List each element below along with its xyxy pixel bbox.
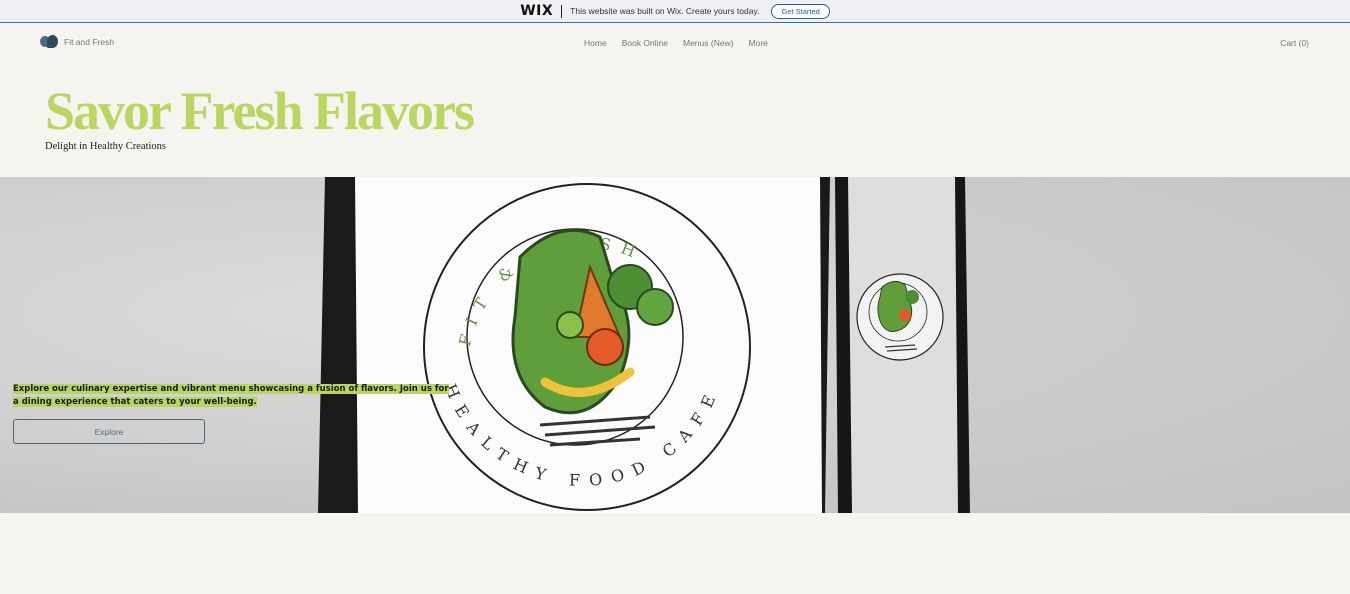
site-header: Fit and Fresh Home Book Online Menus (Ne… <box>0 24 1350 62</box>
wix-divider <box>561 4 563 18</box>
cafe-logo-photo: FIT & FRESH HEALTHY FOOD CAFE <box>318 177 1350 513</box>
get-started-button[interactable]: Get Started <box>771 3 830 19</box>
brand-logo-icon <box>40 35 58 48</box>
cart-link[interactable]: Cart (0) <box>1280 38 1309 48</box>
hero-banner-image: FIT & FRESH HEALTHY FOOD CAFE <box>0 177 1350 513</box>
nav-item-menus[interactable]: Menus (New) <box>683 38 734 48</box>
brand[interactable]: Fit and Fresh <box>40 35 114 48</box>
nav-item-home[interactable]: Home <box>584 38 607 48</box>
wix-message: This website was built on Wix. Create yo… <box>570 6 760 16</box>
banner-description: Explore our culinary expertise and vibra… <box>13 384 449 407</box>
brand-name: Fit and Fresh <box>64 36 115 47</box>
wix-promo-bar: WIX This website was built on Wix. Creat… <box>0 0 1350 23</box>
nav-item-book-online[interactable]: Book Online <box>622 38 668 48</box>
main-nav: Home Book Online Menus (New) More <box>584 38 768 48</box>
hero-subtitle: Delight in Healthy Creations <box>45 141 167 152</box>
hero-title: Savor Fresh Flavors <box>45 81 475 141</box>
wix-logo[interactable]: WIX <box>520 3 553 19</box>
nav-item-more[interactable]: More <box>749 38 768 48</box>
explore-button[interactable]: Explore <box>13 419 205 444</box>
